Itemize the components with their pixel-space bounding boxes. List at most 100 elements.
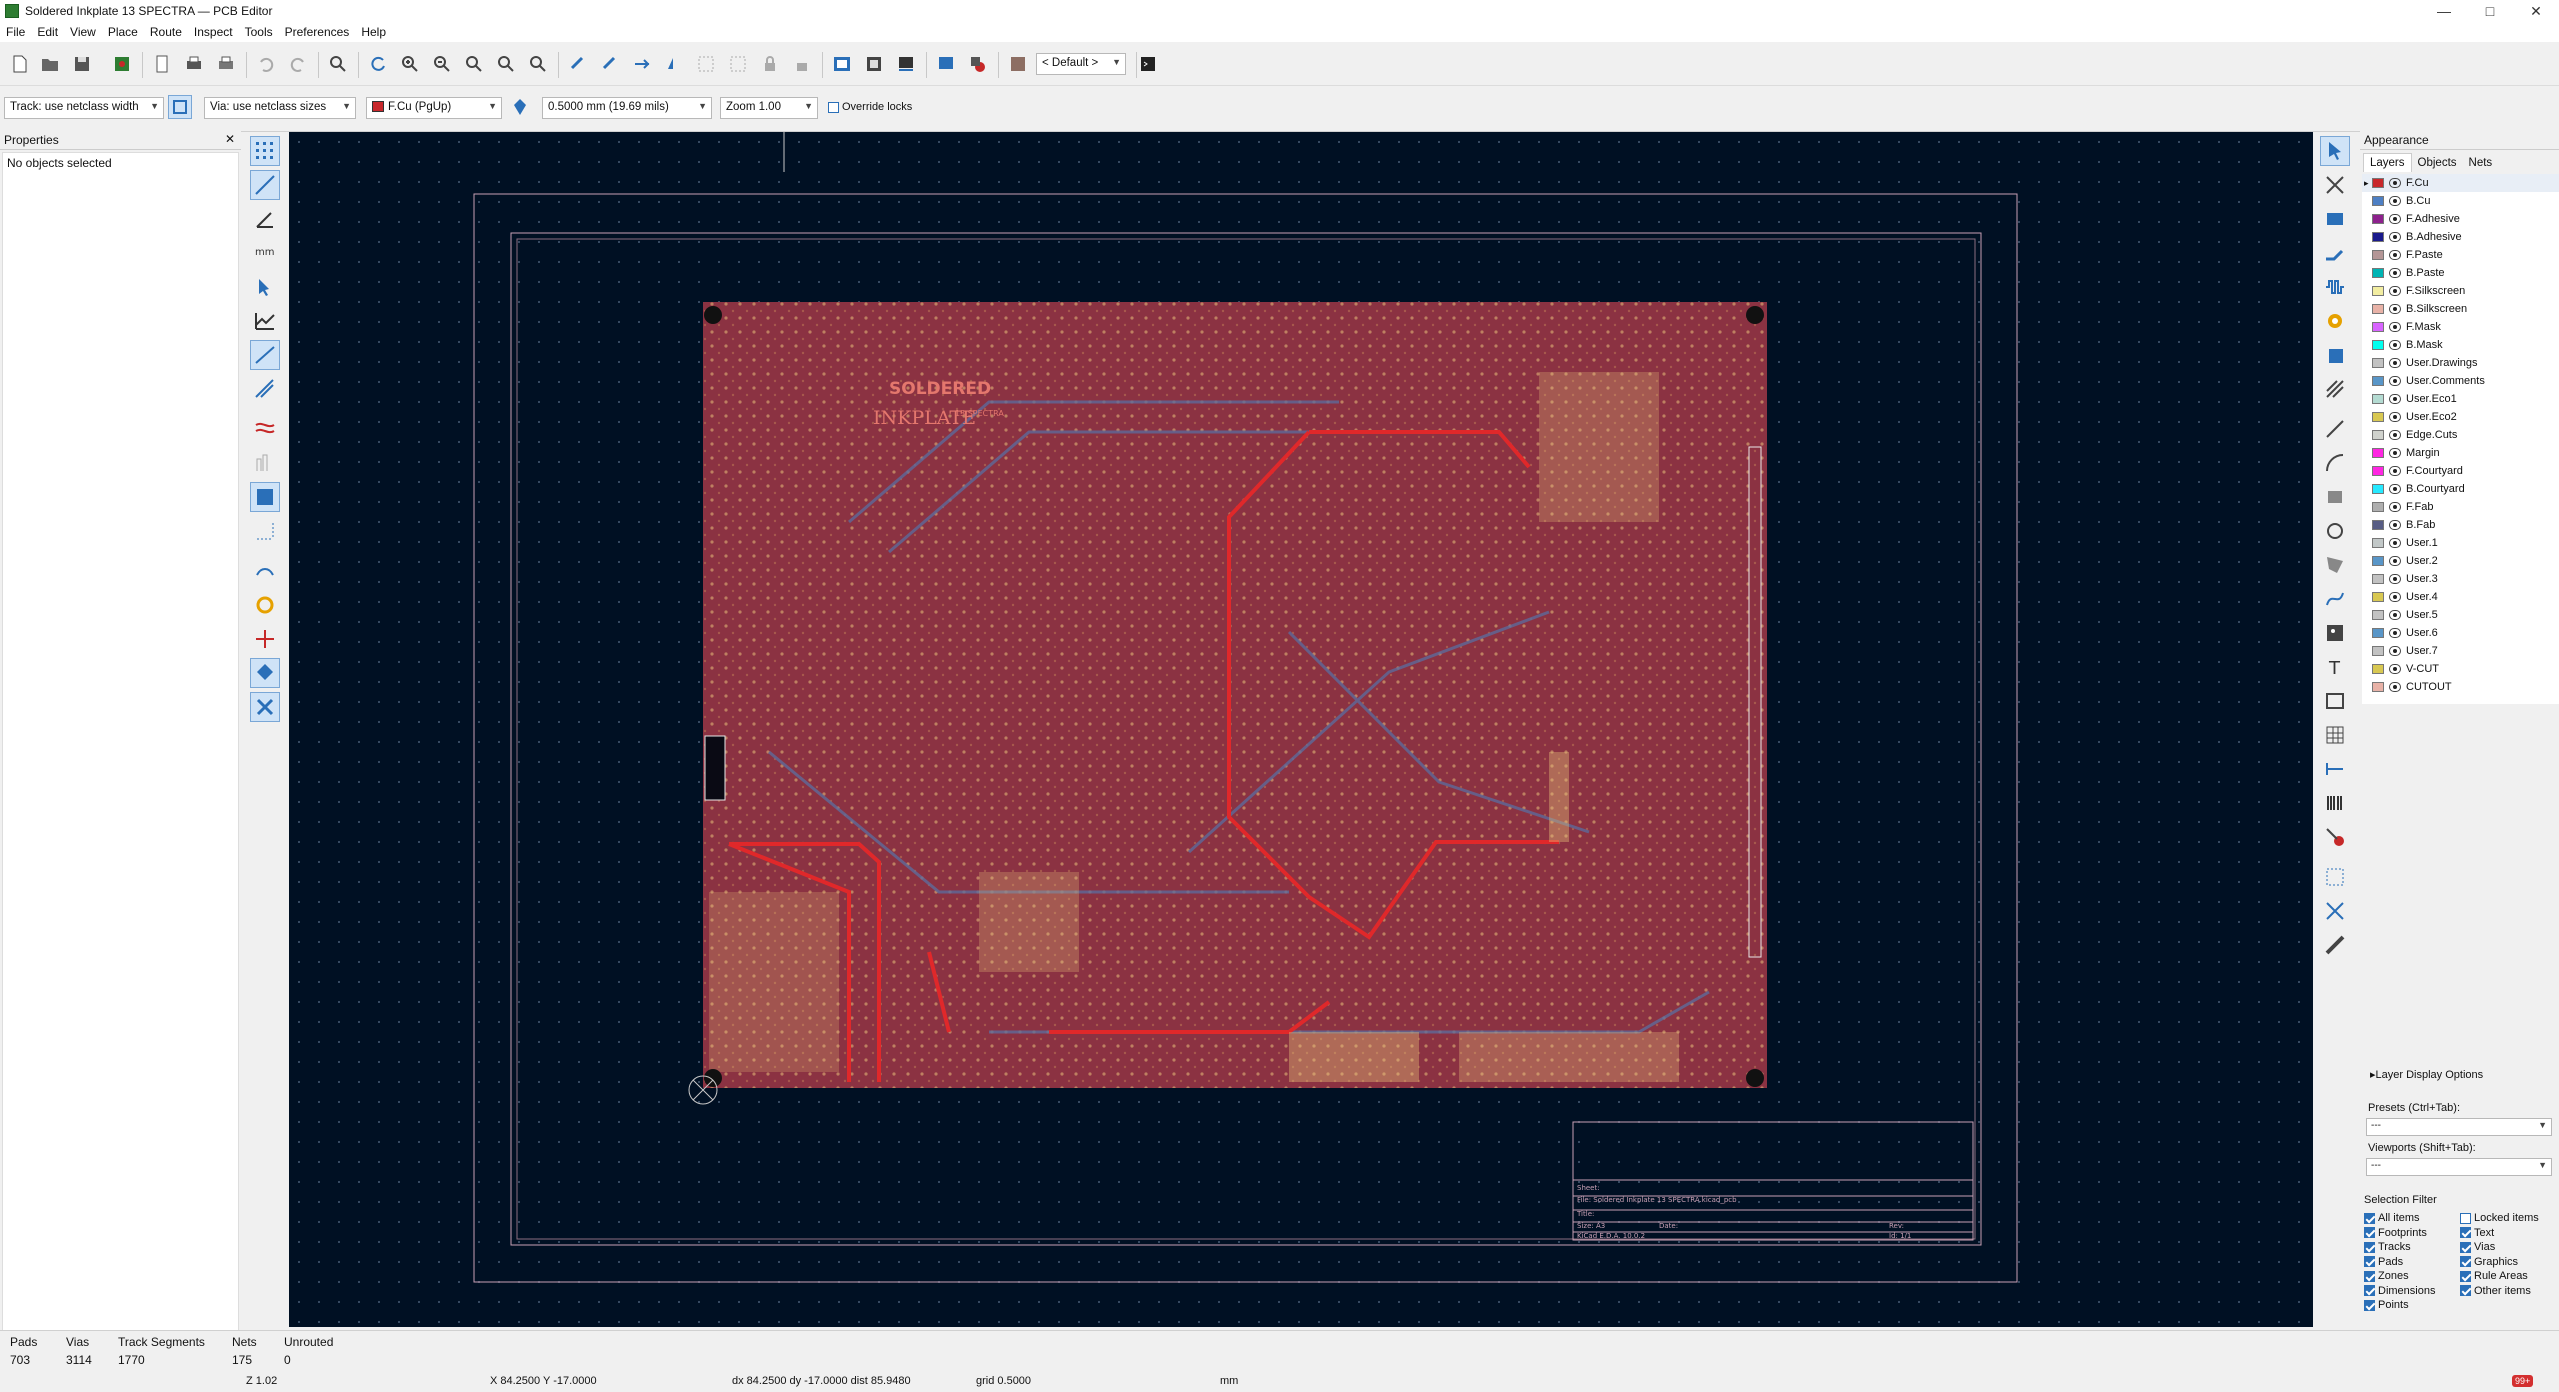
layer-color-swatch[interactable]	[2372, 178, 2384, 188]
visibility-eye-icon[interactable]	[2389, 304, 2401, 314]
unlock-icon[interactable]	[790, 52, 814, 76]
visibility-eye-icon[interactable]	[2389, 268, 2401, 278]
filter-graphics-checkbox[interactable]: Graphics	[2460, 1256, 2518, 1268]
visibility-eye-icon[interactable]	[2389, 646, 2401, 656]
draw-polygon-icon[interactable]	[2320, 550, 2350, 580]
layer-color-swatch[interactable]	[2372, 196, 2384, 206]
layer-color-swatch[interactable]	[2372, 340, 2384, 350]
netlist-icon[interactable]	[830, 52, 854, 76]
rotate-cw-icon[interactable]	[598, 52, 622, 76]
layer-row[interactable]: F.Fab	[2362, 498, 2559, 516]
layer-display-options[interactable]: ▸Layer Display Options	[2370, 1068, 2483, 1081]
layer-color-swatch[interactable]	[2372, 286, 2384, 296]
layer-row[interactable]: User.Eco2	[2362, 408, 2559, 426]
layer-row[interactable]: F.Silkscreen	[2362, 282, 2559, 300]
layer-color-swatch[interactable]	[2372, 502, 2384, 512]
layer-row[interactable]: F.Mask	[2362, 318, 2559, 336]
layer-row[interactable]: B.Paste	[2362, 264, 2559, 282]
pad-display-icon[interactable]	[250, 448, 280, 478]
layer-color-swatch[interactable]	[2372, 592, 2384, 602]
select-tool-icon[interactable]	[2320, 136, 2350, 166]
terminal-icon[interactable]	[1136, 52, 1160, 76]
visibility-eye-icon[interactable]	[2389, 196, 2401, 206]
zoom-selection-icon[interactable]	[526, 52, 550, 76]
visibility-eye-icon[interactable]	[2389, 628, 2401, 638]
layer-color-swatch[interactable]	[2372, 664, 2384, 674]
visibility-eye-icon[interactable]	[2389, 610, 2401, 620]
filter-pads-checkbox[interactable]: Pads	[2364, 1256, 2403, 1268]
layer-row[interactable]: User.7	[2362, 642, 2559, 660]
visibility-eye-icon[interactable]	[2389, 358, 2401, 368]
draw-line-icon[interactable]	[2320, 414, 2350, 444]
draw-bezier-icon[interactable]	[2320, 584, 2350, 614]
layer-row[interactable]: User.6	[2362, 624, 2559, 642]
layer-row[interactable]: ▸ F.Cu	[2362, 174, 2559, 192]
filter-dimensions-checkbox[interactable]: Dimensions	[2364, 1285, 2435, 1297]
ungroup-icon[interactable]	[726, 52, 750, 76]
add-textbox-icon[interactable]	[2320, 686, 2350, 716]
menu-file[interactable]: File	[6, 25, 25, 39]
visibility-eye-icon[interactable]	[2389, 340, 2401, 350]
filter-zones-checkbox[interactable]: Zones	[2364, 1270, 2409, 1282]
layer-row[interactable]: B.Silkscreen	[2362, 300, 2559, 318]
layer-row[interactable]: Margin	[2362, 444, 2559, 462]
route-track-icon[interactable]	[2320, 238, 2350, 268]
layer-pair-icon[interactable]	[508, 95, 532, 119]
layer-row[interactable]: B.Adhesive	[2362, 228, 2559, 246]
visibility-eye-icon[interactable]	[2389, 538, 2401, 548]
override-locks-checkbox[interactable]: Override locks	[828, 101, 912, 113]
tab-nets[interactable]: Nets	[2463, 154, 2499, 172]
scripting-icon[interactable]	[1006, 52, 1030, 76]
layer-color-swatch[interactable]	[2372, 214, 2384, 224]
tune-length-icon[interactable]	[2320, 272, 2350, 302]
filter-rule-areas-checkbox[interactable]: Rule Areas	[2460, 1270, 2528, 1282]
filter-all-items-checkbox[interactable]: All items	[2364, 1212, 2420, 1224]
refresh-icon[interactable]	[366, 52, 390, 76]
visibility-eye-icon[interactable]	[2389, 664, 2401, 674]
filter-locked-items-checkbox[interactable]: Locked items	[2460, 1212, 2539, 1224]
visibility-eye-icon[interactable]	[2389, 286, 2401, 296]
visibility-eye-icon[interactable]	[2389, 178, 2401, 188]
layer-color-swatch[interactable]	[2372, 610, 2384, 620]
via-display-icon[interactable]	[250, 482, 280, 512]
mirror-v-icon[interactable]	[662, 52, 686, 76]
layer-row[interactable]: B.Courtyard	[2362, 480, 2559, 498]
layer-row[interactable]: V-CUT	[2362, 660, 2559, 678]
delete-tool-icon[interactable]	[2320, 822, 2350, 852]
add-text-icon[interactable]: T	[2320, 652, 2350, 682]
track-outline-icon[interactable]	[250, 516, 280, 546]
layer-row[interactable]: CUTOUT	[2362, 678, 2559, 696]
layer-color-swatch[interactable]	[2372, 268, 2384, 278]
zoom-fit-icon[interactable]	[462, 52, 486, 76]
visibility-eye-icon[interactable]	[2389, 430, 2401, 440]
layer-row[interactable]: F.Courtyard	[2362, 462, 2559, 480]
zoom-out-icon[interactable]	[430, 52, 454, 76]
plot-icon[interactable]	[214, 52, 238, 76]
layers-manager-icon[interactable]	[250, 658, 280, 688]
footprint-editor-icon[interactable]	[862, 52, 886, 76]
layer-color-swatch[interactable]	[2372, 250, 2384, 260]
add-zone-icon[interactable]	[2320, 340, 2350, 370]
via-size-select[interactable]: Via: use netclass sizes ▼	[204, 97, 356, 119]
layer-color-swatch[interactable]	[2372, 682, 2384, 692]
layer-row[interactable]: User.2	[2362, 552, 2559, 570]
undo-icon[interactable]	[254, 52, 278, 76]
layer-color-swatch[interactable]	[2372, 484, 2384, 494]
layer-color-swatch[interactable]	[2372, 466, 2384, 476]
track-width-select[interactable]: Track: use netclass width ▼	[4, 97, 164, 119]
rule-area-icon[interactable]	[2320, 374, 2350, 404]
show-tracks-icon[interactable]	[250, 374, 280, 404]
zoom-in-icon[interactable]	[398, 52, 422, 76]
draw-circle-icon[interactable]	[2320, 516, 2350, 546]
layer-color-swatch[interactable]	[2372, 430, 2384, 440]
menu-tools[interactable]: Tools	[245, 25, 273, 39]
units-mm-icon[interactable]: mm	[250, 238, 280, 268]
visibility-eye-icon[interactable]	[2389, 520, 2401, 530]
grid-origin-icon[interactable]	[2320, 896, 2350, 926]
layer-color-swatch[interactable]	[2372, 322, 2384, 332]
contrast-mode-icon[interactable]	[250, 590, 280, 620]
open-folder-icon[interactable]	[38, 52, 62, 76]
grid-overrides-icon[interactable]	[250, 170, 280, 200]
redo-icon[interactable]	[286, 52, 310, 76]
visibility-eye-icon[interactable]	[2389, 484, 2401, 494]
